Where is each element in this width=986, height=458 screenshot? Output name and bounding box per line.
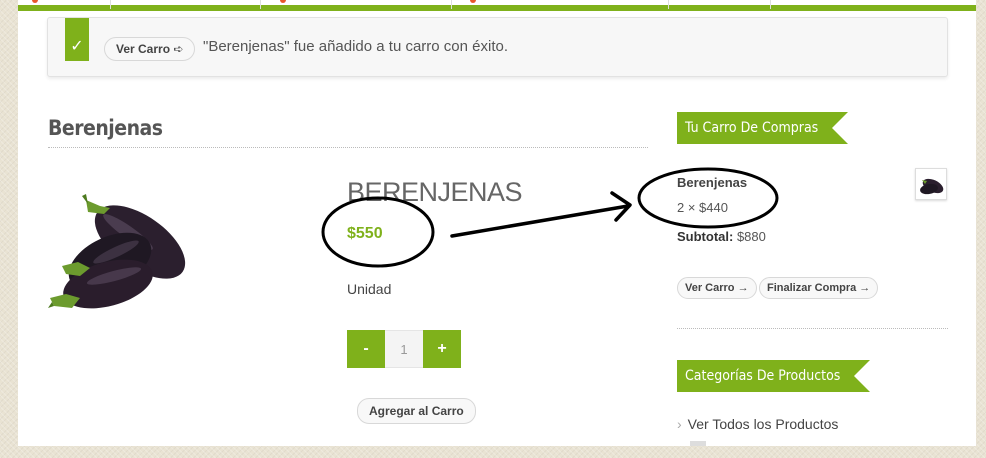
cart-item-thumbnail[interactable] (915, 168, 947, 200)
qty-minus-button[interactable]: - (347, 330, 385, 368)
notice-message: "Berenjenas" fue añadido a tu carro con … (203, 38, 509, 55)
eggplant-image (48, 194, 186, 309)
product-image[interactable] (48, 180, 188, 322)
category-label: Ver Todos los Productos (687, 416, 839, 432)
eggplant-thumb-icon (920, 178, 944, 195)
sidebar-view-cart-button[interactable]: Ver Carro → (677, 277, 757, 299)
nav-marker (280, 0, 286, 3)
product-name: BERENJENAS (347, 177, 523, 207)
nav-divider (668, 0, 669, 9)
chevron-right-icon: › (677, 416, 682, 432)
cart-widget-title: Tu Carro De Compras (677, 112, 849, 144)
product-unit: Unidad (347, 281, 392, 297)
nav-divider (260, 0, 261, 9)
page-title: Berenjenas (48, 116, 163, 140)
add-to-cart-button[interactable]: Agregar al Carro (357, 398, 476, 424)
sidebar-divider (677, 328, 948, 329)
nav-divider (110, 0, 111, 9)
cart-item-quantity: 2 × $440 (677, 200, 728, 215)
nav-divider (451, 0, 452, 9)
qty-input[interactable]: 1 (385, 330, 423, 368)
checkmark-icon: ✓ (65, 18, 89, 61)
category-link-partial[interactable] (690, 441, 706, 446)
nav-divider (770, 0, 771, 9)
top-navigation-bar (18, 0, 976, 11)
title-divider (48, 147, 648, 148)
nav-marker (32, 0, 38, 3)
subtotal-label: Subtotal: (677, 229, 734, 244)
categories-widget-title: Categorías De Productos (677, 360, 871, 392)
cart-added-notice: ✓ Ver Carro ➪ "Berenjenas" fue añadido a… (47, 17, 948, 77)
page-content: ✓ Ver Carro ➪ "Berenjenas" fue añadido a… (18, 0, 976, 446)
cart-subtotal: Subtotal: $880 (677, 229, 766, 244)
category-link-all[interactable]: › Ver Todos los Productos (677, 416, 838, 432)
cart-item-name[interactable]: Berenjenas (677, 175, 747, 190)
nav-marker (470, 0, 476, 3)
checkout-button[interactable]: Finalizar Compra → (759, 277, 879, 299)
view-cart-button[interactable]: Ver Carro ➪ (104, 37, 196, 61)
subtotal-value: $880 (736, 229, 766, 244)
product-price: $550 (347, 225, 383, 242)
qty-plus-button[interactable]: + (423, 330, 461, 368)
quantity-stepper: - 1 + (347, 330, 461, 368)
